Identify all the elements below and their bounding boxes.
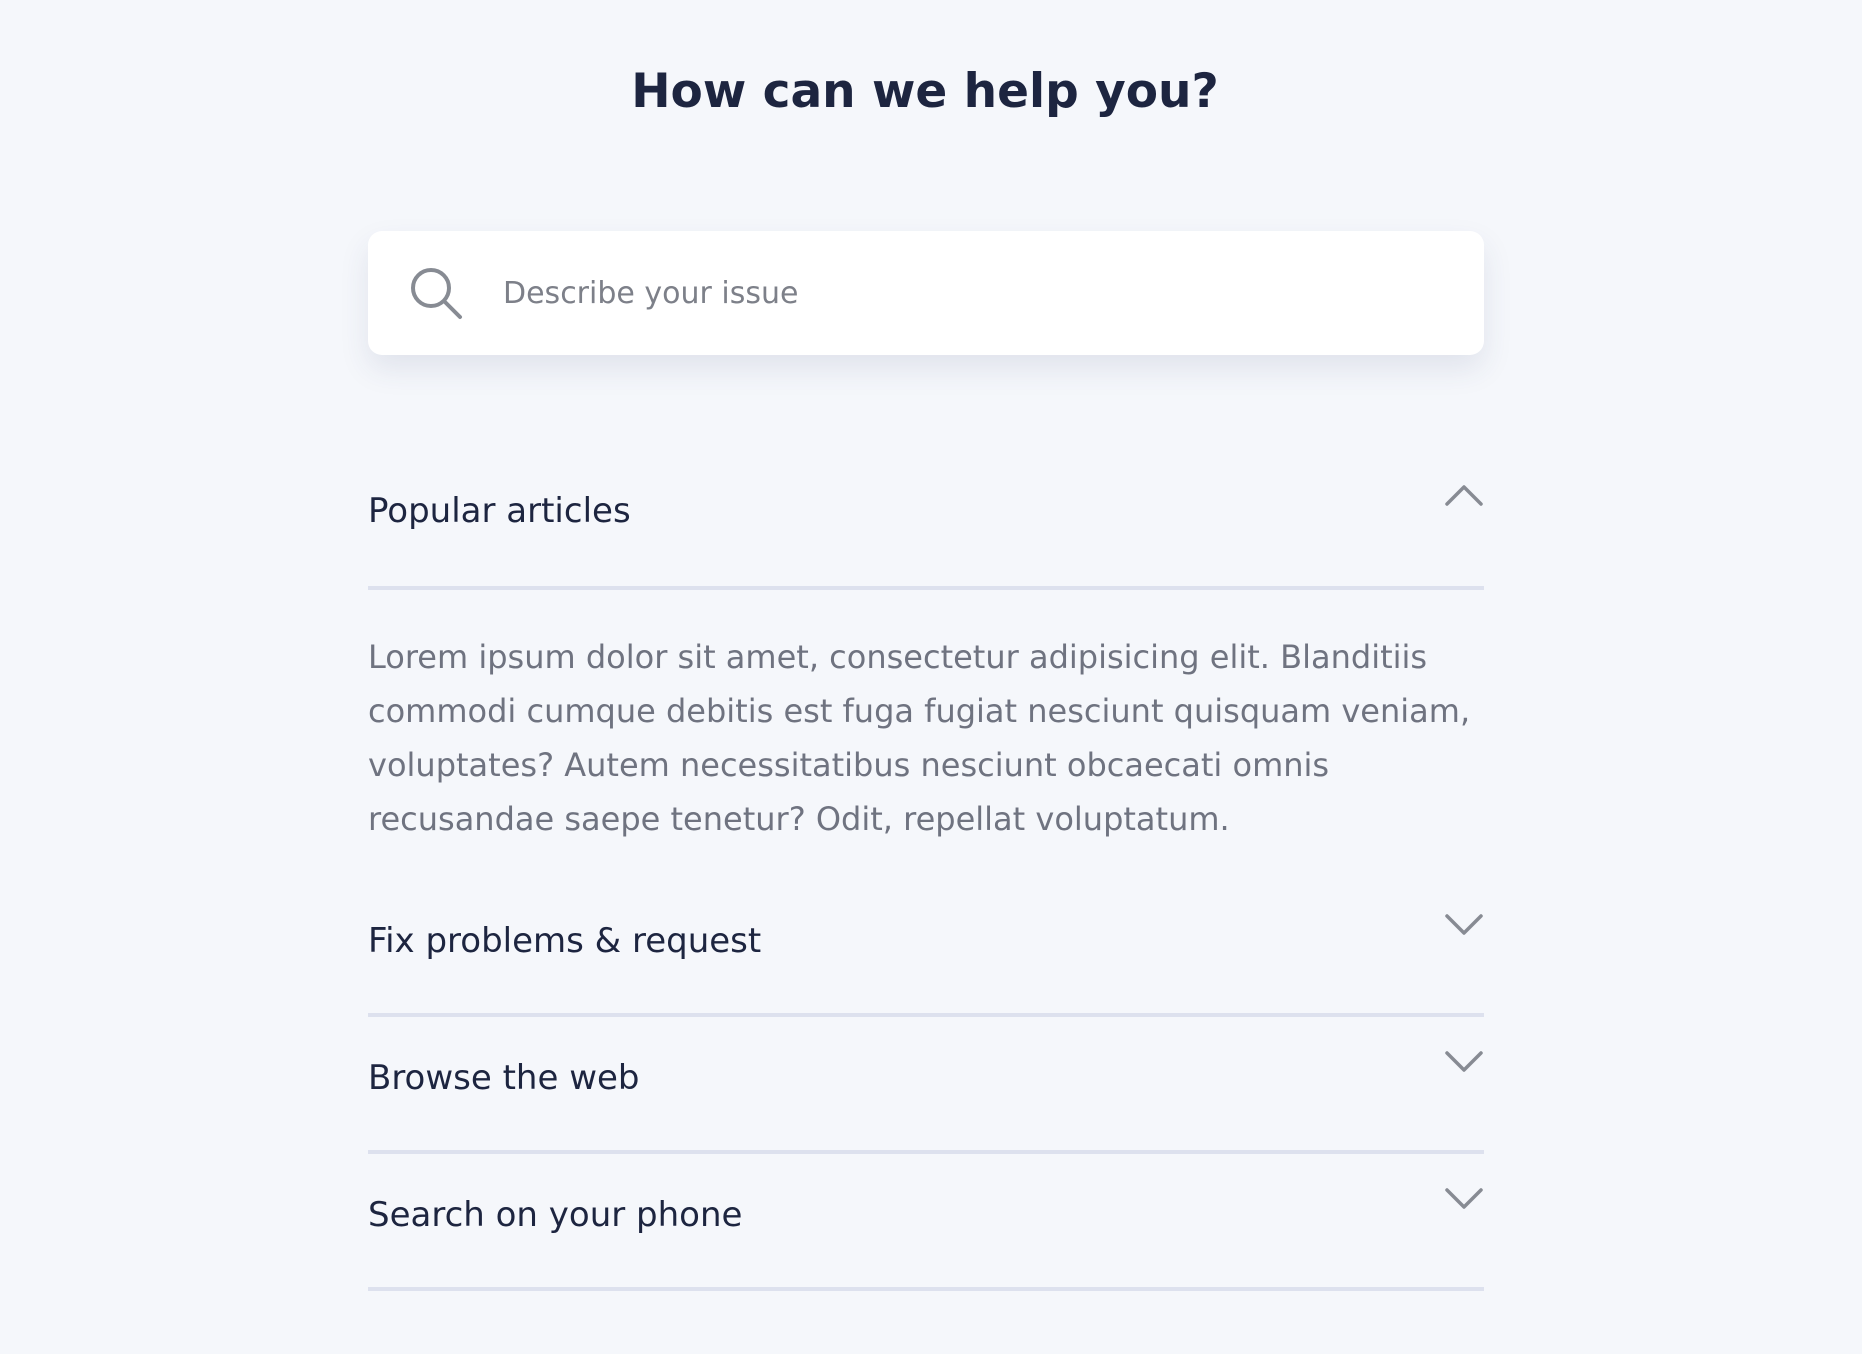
accordion-label: Popular articles [368, 491, 631, 531]
accordion-item-fix-problems: Fix problems & request [368, 880, 1484, 1017]
help-page: How can we help you? Popular articles Lo… [0, 0, 1862, 1354]
chevron-down-icon[interactable] [1444, 1186, 1484, 1212]
accordion-item-browse-the-web: Browse the web [368, 1017, 1484, 1154]
accordion-label: Browse the web [368, 1058, 640, 1098]
accordion-header-search-on-phone[interactable]: Search on your phone [368, 1154, 1484, 1291]
accordion-header-browse-the-web[interactable]: Browse the web [368, 1017, 1484, 1154]
accordion-label: Search on your phone [368, 1195, 743, 1235]
accordion-header-fix-problems[interactable]: Fix problems & request [368, 880, 1484, 1017]
accordion-item-search-on-phone: Search on your phone [368, 1154, 1484, 1291]
chevron-down-icon[interactable] [1444, 912, 1484, 938]
accordion-body-popular-articles: Lorem ipsum dolor sit amet, consectetur … [368, 638, 1471, 838]
search-box[interactable] [368, 231, 1484, 355]
search-icon [406, 263, 466, 323]
faq-accordion: Popular articles Lorem ipsum dolor sit a… [368, 450, 1484, 1291]
chevron-down-icon[interactable] [1444, 1049, 1484, 1075]
chevron-up-icon[interactable] [1444, 482, 1484, 508]
accordion-item-popular-articles: Popular articles Lorem ipsum dolor sit a… [368, 450, 1484, 880]
accordion-header-popular-articles[interactable]: Popular articles [368, 450, 1484, 590]
search-input[interactable] [503, 265, 1443, 321]
accordion-label: Fix problems & request [368, 921, 762, 961]
page-title: How can we help you? [631, 64, 1219, 119]
